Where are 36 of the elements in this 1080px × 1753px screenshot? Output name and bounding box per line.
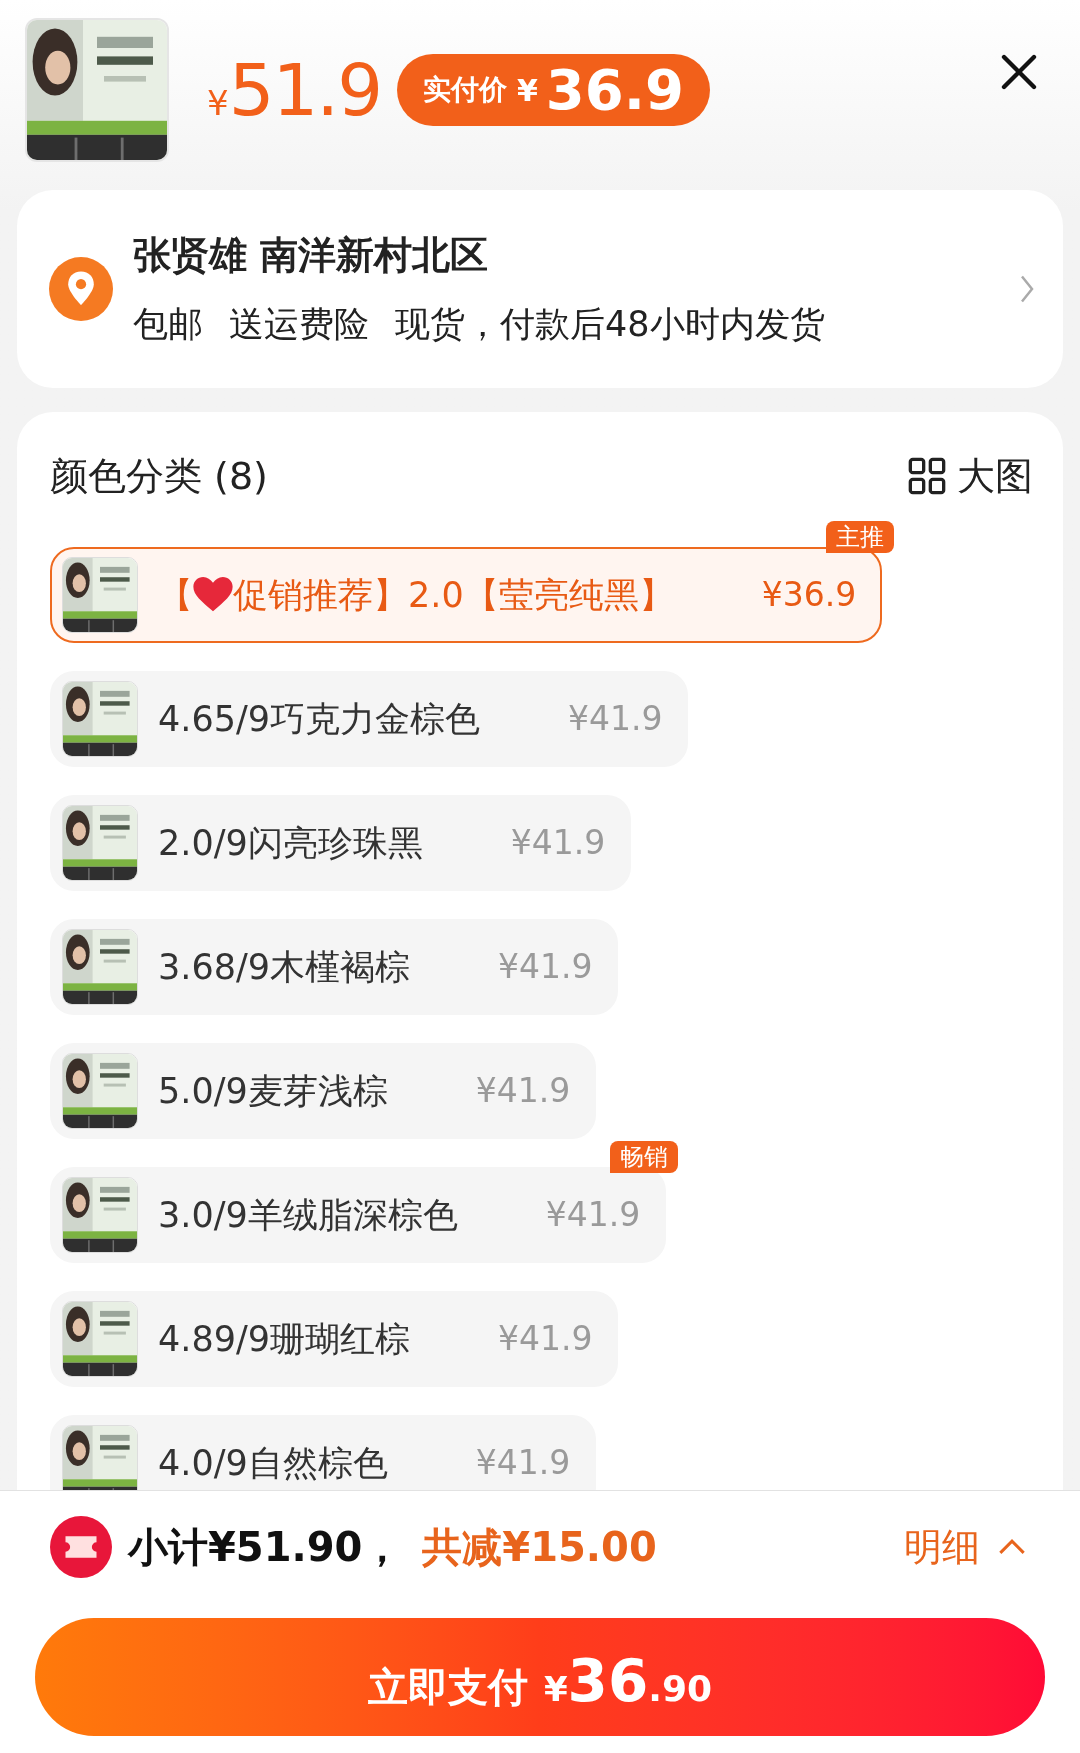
heart-icon <box>193 577 233 613</box>
pay-button[interactable]: 立即支付 ¥36.90 <box>35 1618 1045 1736</box>
option-label: 【 促销推荐】2.0【莹亮纯黑】 <box>158 573 674 617</box>
tag-label: 主推 <box>826 521 895 553</box>
color-option[interactable]: 3.68/9木槿褐棕 ¥41.9 <box>50 919 619 1015</box>
grid-icon <box>907 456 947 496</box>
tag-label: 畅销 <box>610 1141 679 1173</box>
option-label: 4.65/9巧克力金棕色 <box>158 697 480 741</box>
subtotal-text: 小计¥51.90， <box>128 1523 403 1572</box>
color-option[interactable]: 4.0/9自然棕色 ¥41.9 <box>50 1415 597 1490</box>
location-icon <box>49 257 113 321</box>
color-option[interactable]: 5.0/9麦芽浅棕 ¥41.9 <box>50 1043 597 1139</box>
option-label: 3.0/9羊绒脂深棕色 <box>158 1193 458 1237</box>
option-label: 4.0/9自然棕色 <box>158 1441 388 1485</box>
color-option[interactable]: 3.0/9羊绒脂深棕色 ¥41.9 <box>50 1167 667 1263</box>
large-view-toggle[interactable]: 大图 <box>907 447 1033 505</box>
option-label: 4.89/9珊瑚红棕 <box>158 1317 410 1361</box>
color-option[interactable]: 4.89/9珊瑚红棕 ¥41.9 <box>50 1291 619 1387</box>
service-text: 现货，付款后48小时内发货 <box>395 303 825 347</box>
section-title: 颜色分类 (8) <box>50 452 268 500</box>
recipient-address: 张贤雄 南洋新村北区 <box>133 232 490 280</box>
color-option[interactable]: 2.0/9闪亮珍珠黑 ¥41.9 <box>50 795 632 891</box>
service-text: 送运费险 <box>229 303 369 347</box>
chevron-right-icon <box>1019 274 1035 304</box>
discount-text: 共减¥15.00 <box>422 1523 657 1572</box>
option-label: 5.0/9麦芽浅棕 <box>158 1069 388 1113</box>
option-label: 3.68/9木槿褐棕 <box>158 945 410 989</box>
original-price: ¥51.9 <box>207 47 381 134</box>
color-option[interactable]: 4.65/9巧克力金棕色 ¥41.9 <box>50 671 689 767</box>
address-card[interactable]: 张贤雄 南洋新村北区 包邮 送运费险 现货，付款后48小时内发货 <box>17 190 1063 388</box>
close-icon <box>999 52 1039 92</box>
coupon-icon <box>50 1516 112 1578</box>
final-price-badge: 实付价 ¥36.9 <box>396 54 710 126</box>
service-text: 包邮 <box>133 303 203 347</box>
chevron-up-icon <box>998 1538 1026 1556</box>
option-label: 2.0/9闪亮珍珠黑 <box>158 821 423 865</box>
